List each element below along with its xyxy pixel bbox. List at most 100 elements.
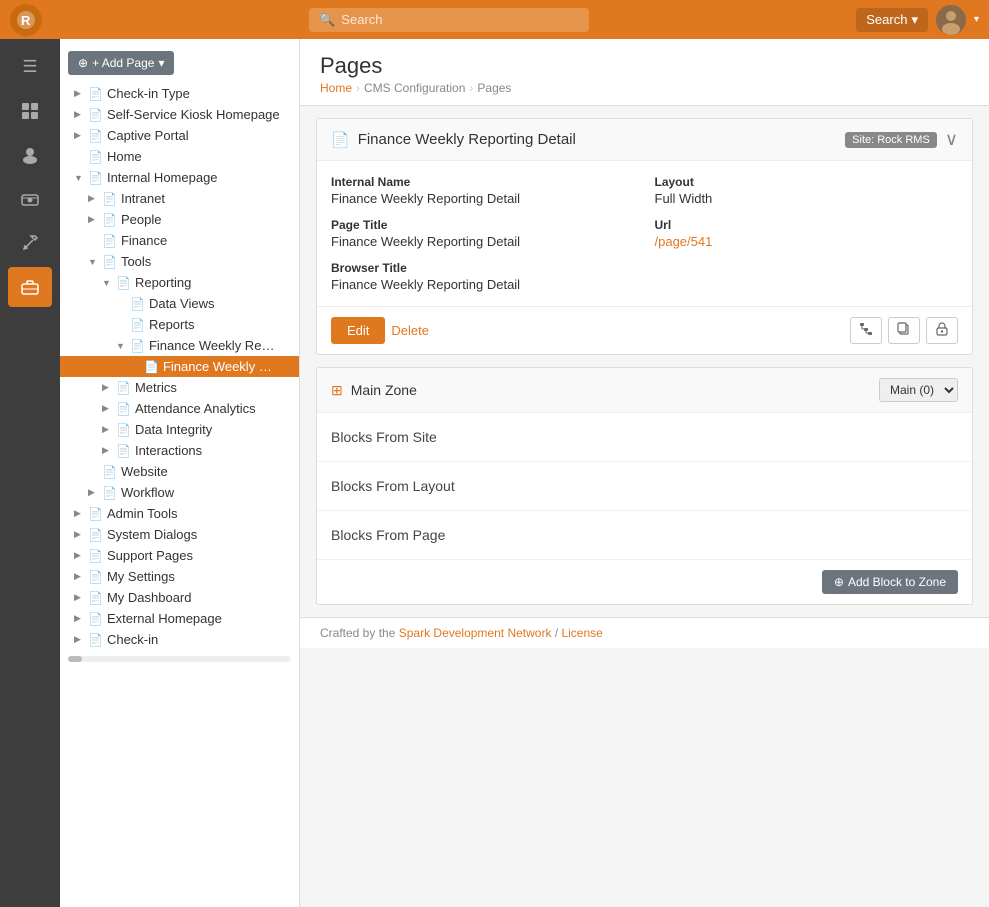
- site-badge: Site: Rock RMS: [845, 132, 937, 148]
- edit-button[interactable]: Edit: [331, 317, 385, 344]
- tree-item-finance-weekly-reporting[interactable]: ▼📄Finance Weekly Reportin…: [60, 335, 299, 356]
- svg-text:R: R: [21, 13, 31, 28]
- scrollbar-thumb[interactable]: [68, 656, 82, 662]
- tree-item-data-integrity[interactable]: ▶📄Data Integrity: [60, 419, 299, 440]
- tree-item-reports[interactable]: 📄Reports: [60, 314, 299, 335]
- add-page-button[interactable]: ⊕ + Add Page ▾: [68, 51, 174, 75]
- tree-item-workflow[interactable]: ▶📄Workflow: [60, 482, 299, 503]
- app-logo[interactable]: R: [10, 4, 42, 36]
- search-input[interactable]: [341, 12, 541, 27]
- detail-collapse-caret[interactable]: ∨: [945, 129, 958, 150]
- url-value[interactable]: /page/541: [655, 234, 713, 249]
- page-header: Pages Home › CMS Configuration › Pages: [300, 39, 989, 106]
- lock-icon-button[interactable]: [926, 317, 958, 344]
- tree-item-self-service-kiosk[interactable]: ▶📄Self-Service Kiosk Homepage: [60, 104, 299, 125]
- zone-title: ⊞ Main Zone: [331, 382, 417, 399]
- zone-card: ⊞ Main Zone Main (0) Blocks From Site Bl…: [316, 367, 973, 605]
- tree-item-my-dashboard[interactable]: ▶📄My Dashboard: [60, 587, 299, 608]
- sidebar-icon-finance[interactable]: [8, 179, 52, 219]
- detail-grid: Internal Name Finance Weekly Reporting D…: [331, 175, 958, 292]
- zone-footer: ⊕ Add Block to Zone: [317, 560, 972, 604]
- expander-icon: [116, 320, 130, 330]
- page-title-value: Finance Weekly Reporting Detail: [331, 234, 635, 249]
- add-page-label: + Add Page: [92, 56, 154, 70]
- detail-card: 📄 Finance Weekly Reporting Detail Site: …: [316, 118, 973, 355]
- avatar[interactable]: [936, 5, 966, 35]
- sidebar-icon-tools[interactable]: [8, 223, 52, 263]
- layout-field: Layout Full Width: [655, 175, 959, 206]
- tree-item-interactions[interactable]: ▶📄Interactions: [60, 440, 299, 461]
- footer-spark-link[interactable]: Spark Development Network: [399, 626, 552, 640]
- footer-license-link[interactable]: License: [561, 626, 602, 640]
- sidebar-icon-person[interactable]: [8, 135, 52, 175]
- search-btn-label: Search: [866, 12, 907, 27]
- topbar: R 🔍 Search ▾ ▾: [0, 0, 989, 39]
- detail-card-title: 📄 Finance Weekly Reporting Detail: [331, 131, 576, 149]
- search-button[interactable]: Search ▾: [856, 8, 928, 32]
- tree-item-intranet[interactable]: ▶📄Intranet: [60, 188, 299, 209]
- search-box[interactable]: 🔍: [309, 8, 589, 32]
- blocks-from-layout-label: Blocks From Layout: [331, 478, 455, 494]
- hierarchy-icon-button[interactable]: [850, 317, 882, 344]
- sidebar-icon-menu[interactable]: ☰: [8, 47, 52, 87]
- breadcrumb-home[interactable]: Home: [320, 81, 352, 95]
- expander-icon: [116, 299, 130, 309]
- tree-item-internal-homepage[interactable]: ▼📄Internal Homepage: [60, 167, 299, 188]
- expander-icon: ▼: [102, 278, 116, 288]
- tree-item-checkin-type[interactable]: ▶📄Check-in Type: [60, 83, 299, 104]
- add-block-button[interactable]: ⊕ Add Block to Zone: [822, 570, 958, 594]
- search-btn-caret: ▾: [911, 12, 918, 28]
- detail-header-right: Site: Rock RMS ∨: [845, 129, 958, 150]
- delete-button[interactable]: Delete: [391, 323, 429, 338]
- expander-icon: ▼: [74, 173, 88, 183]
- tree-item-landing-pages[interactable]: 📄Home: [60, 146, 299, 167]
- expander-icon: ▶: [74, 550, 88, 561]
- zone-select[interactable]: Main (0): [879, 378, 958, 402]
- add-block-plus: ⊕: [834, 575, 844, 589]
- tree-item-website[interactable]: 📄Website: [60, 461, 299, 482]
- tree-item-metrics[interactable]: ▶📄Metrics: [60, 377, 299, 398]
- main-content: Pages Home › CMS Configuration › Pages 📄…: [300, 39, 989, 907]
- content-area: 📄 Finance Weekly Reporting Detail Site: …: [300, 106, 989, 617]
- tree-item-reporting[interactable]: ▼📄Reporting: [60, 272, 299, 293]
- add-block-label: Add Block to Zone: [848, 575, 946, 589]
- nav-tree: ⊕ + Add Page ▾ ▶📄Check-in Type ▶📄Self-Se…: [60, 39, 300, 907]
- copy-icon-button[interactable]: [888, 317, 920, 344]
- sidebar-icons: ☰: [0, 39, 60, 907]
- zone-section-page: Blocks From Page: [317, 511, 972, 560]
- sidebar-icon-briefcase[interactable]: [8, 267, 52, 307]
- search-area: 🔍: [42, 8, 856, 32]
- sidebar-icon-dashboard[interactable]: [8, 91, 52, 131]
- internal-name-value: Finance Weekly Reporting Detail: [331, 191, 635, 206]
- tree-item-my-settings[interactable]: ▶📄My Settings: [60, 566, 299, 587]
- url-label: Url: [655, 218, 959, 232]
- tree-item-support-pages[interactable]: ▶📄Support Pages: [60, 545, 299, 566]
- blocks-from-page-label: Blocks From Page: [331, 527, 445, 543]
- expander-icon: [88, 236, 102, 246]
- tree-item-finance-weekly-report-selected[interactable]: 📄Finance Weekly Report…: [60, 356, 299, 377]
- expander-icon: ▶: [74, 88, 88, 99]
- zone-icon: ⊞: [331, 382, 343, 399]
- tree-item-data-views[interactable]: 📄Data Views: [60, 293, 299, 314]
- tree-item-admin-tools[interactable]: ▶📄Admin Tools: [60, 503, 299, 524]
- tree-item-attendance-analytics[interactable]: ▶📄Attendance Analytics: [60, 398, 299, 419]
- app-body: ☰ ⊕ + Add Page ▾ ▶📄Check-in Type ▶📄Self-…: [0, 39, 989, 907]
- tree-item-system-dialogs[interactable]: ▶📄System Dialogs: [60, 524, 299, 545]
- detail-title-text: Finance Weekly Reporting Detail: [358, 131, 576, 148]
- expander-icon: ▶: [74, 130, 88, 141]
- scrollbar-track: [68, 656, 291, 662]
- expander-icon: ▶: [102, 403, 116, 414]
- avatar-caret[interactable]: ▾: [974, 14, 979, 25]
- tree-item-check-in[interactable]: ▶📄Check-in: [60, 629, 299, 650]
- tree-item-external-homepage[interactable]: ▶📄External Homepage: [60, 608, 299, 629]
- browser-title-field: Browser Title Finance Weekly Reporting D…: [331, 261, 635, 292]
- footer: Crafted by the Spark Development Network…: [300, 617, 989, 648]
- tree-item-finance[interactable]: 📄Finance: [60, 230, 299, 251]
- expander-icon: ▼: [116, 341, 130, 351]
- tree-item-captive-portal[interactable]: ▶📄Captive Portal: [60, 125, 299, 146]
- search-icon: 🔍: [319, 12, 335, 28]
- action-icons: [850, 317, 958, 344]
- page-title-icon: 📄: [331, 131, 350, 149]
- tree-item-tools[interactable]: ▼📄Tools: [60, 251, 299, 272]
- tree-item-people[interactable]: ▶📄People: [60, 209, 299, 230]
